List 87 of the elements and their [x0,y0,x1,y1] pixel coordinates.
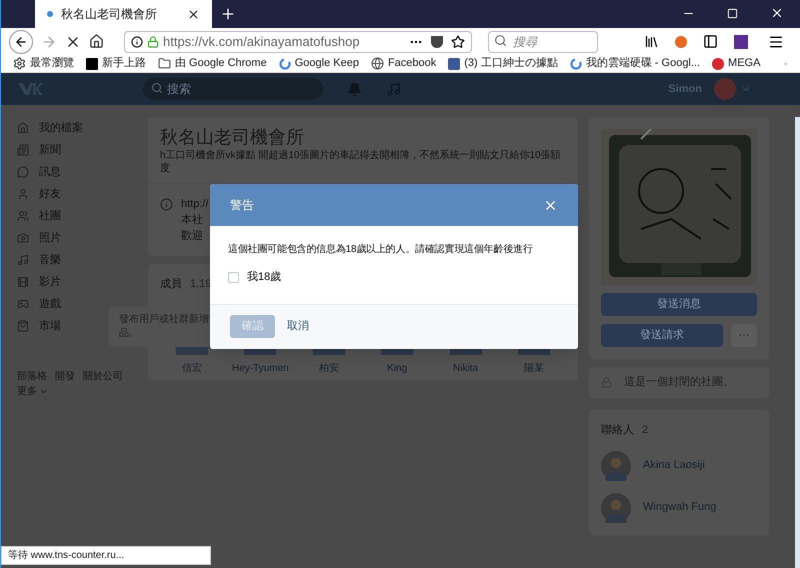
bookmark-item[interactable]: (3) 工口紳士の據點 [448,55,558,72]
contact-name[interactable]: Akina Laosiji [643,457,705,474]
library-icon[interactable] [644,34,659,49]
bookmark-item[interactable]: 我的雲端硬碟 - Googl... [570,55,700,72]
sidebar-item[interactable]: 音樂 [17,249,148,271]
search-field[interactable]: 搜尋 [488,30,598,52]
member-name[interactable]: King [387,360,408,376]
info-text: 本社 [181,213,204,228]
gamepad-icon [17,298,29,310]
info-icon[interactable] [131,36,143,48]
newspaper-icon [17,144,29,156]
close-icon[interactable] [770,6,784,20]
bookmark-item[interactable]: MEGA [712,55,760,72]
bookmark-item[interactable]: Google Keep [278,55,359,72]
home-icon [17,122,29,134]
members-label: 成員 [160,277,182,292]
member-name[interactable]: 柏安 [318,360,339,376]
sidebar-item[interactable]: 照片 [17,227,148,249]
logo-icon [448,58,460,70]
chat-icon [17,166,29,178]
logo-icon [570,58,582,70]
info-icon [160,198,173,211]
maximize-icon[interactable] [727,8,738,18]
bookmark-star-icon[interactable] [451,34,465,48]
member-name[interactable]: Hey-Tyumen [232,360,289,376]
close-icon[interactable] [187,8,200,20]
lock-icon [147,36,159,48]
folder-icon [158,57,171,70]
tab-title: 秋名山老司機會所 [61,6,158,22]
search-field[interactable]: 搜索 [143,78,323,100]
bookmark-item[interactable]: Facebook [370,55,436,72]
bag-icon [17,320,29,332]
group-title: 秋名山老司機會所 [160,126,305,149]
member-name[interactable]: 陽某 [524,360,544,376]
search-icon [151,82,163,94]
sidebar-item[interactable]: 社團 [17,205,148,227]
logo-icon [278,58,291,70]
user-icon [17,188,29,200]
logo-icon [17,81,43,97]
lock-icon [601,377,612,388]
status-bar: 等待 www.tns-counter.ru... [1,546,211,565]
bookmark-item[interactable]: 由 Google Chrome [158,55,267,72]
checkbox-label[interactable]: 我18歲 [247,269,282,286]
member-name[interactable]: 信宏 [182,360,202,376]
url-bar[interactable]: https://vk.com/akinayamatofushop [124,30,472,52]
sidebar-icon[interactable] [703,34,718,49]
back-button[interactable] [9,30,33,54]
dialog-message: 這個社團可能包含的信息為18歲以上的人。請確認實現這個年齡後進行 [228,242,534,257]
menu-icon[interactable] [768,34,784,50]
caret-icon [39,387,48,396]
cancel-link[interactable]: 取消 [287,318,309,335]
sidebar-item[interactable]: 遊戲 [17,293,148,315]
pocket-icon[interactable] [431,36,443,48]
extension-icon[interactable] [734,34,748,48]
logo-icon [712,58,724,70]
contacts-label: 聯絡人 [601,423,634,438]
film-icon [17,276,29,288]
sidebar-item[interactable]: 新聞 [17,139,148,161]
bookmark-item[interactable]: 新手上路 [86,55,146,72]
dialog-title: 警告 [230,197,254,214]
users-icon [17,210,29,222]
bookmark-item[interactable]: 最常瀏覽 [13,55,74,72]
new-tab-icon[interactable] [220,6,236,22]
gear-icon [13,57,26,70]
globe-icon [370,57,384,70]
send-message-button[interactable]: 發送消息 [601,293,757,316]
info-text: http:// [181,197,209,212]
sidebar-item[interactable]: 好友 [17,183,148,205]
search-icon [494,34,507,47]
loading-icon [47,11,53,17]
sidebar-item[interactable]: 我的檔案 [17,117,148,139]
group-description: h工口司機會所vk據點 開超過10張圖片的車記得去開相簿，不然系統一則貼文只給你10張額度 [160,149,562,175]
sidebar-item[interactable]: 訊息 [17,161,148,183]
sidebar-item[interactable]: 影片 [17,271,148,293]
logo-icon [86,58,98,70]
medal-icon[interactable] [675,36,687,48]
contact-name[interactable]: Wingwah Fung [643,499,716,516]
member-name[interactable]: Nikita [453,360,478,376]
more-button[interactable]: ··· [731,324,757,347]
camera-icon [17,232,29,244]
browser-tab[interactable]: 秋名山老司機會所 [35,0,212,28]
send-request-button[interactable]: 發送請求 [601,324,723,347]
info-text: 歡迎 [181,228,204,244]
url-text: https://vk.com/akinayamatofushop [163,32,361,51]
home-icon[interactable] [89,34,104,49]
checkbox[interactable] [228,272,239,283]
music-icon [17,254,29,266]
